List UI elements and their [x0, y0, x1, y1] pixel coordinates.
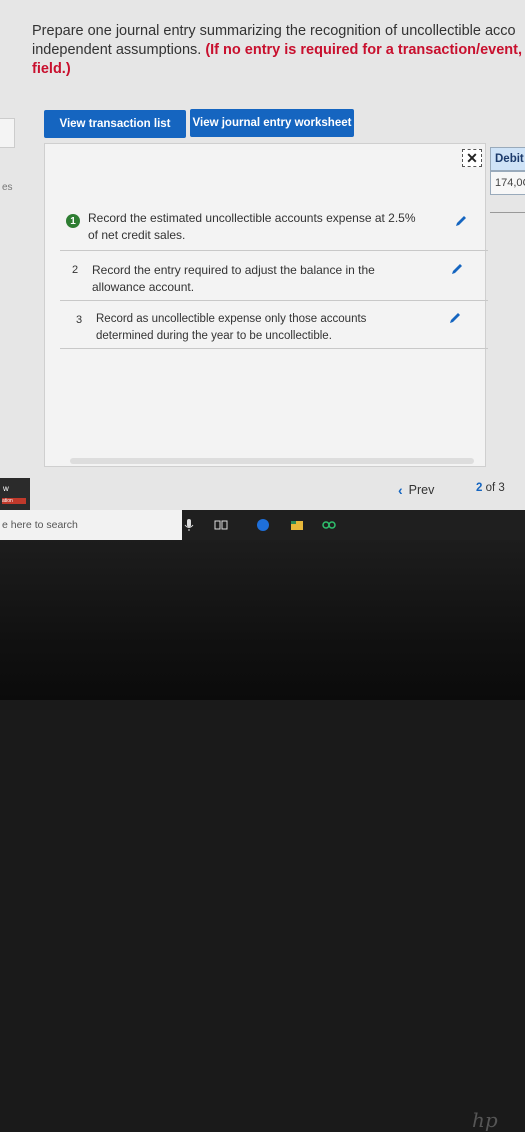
- chevron-left-icon: ‹: [398, 482, 403, 498]
- laptop-bezel: hp: [0, 540, 525, 1132]
- prev-label: Prev: [408, 483, 435, 497]
- taskbar-search-input[interactable]: e here to search: [0, 510, 182, 540]
- left-panel-stub: [0, 118, 15, 148]
- prev-button[interactable]: ‹ Prev: [398, 482, 434, 498]
- app-screen: Prepare one journal entry summarizing th…: [0, 0, 525, 510]
- transaction-number: 3: [76, 314, 83, 326]
- instructions: Prepare one journal entry summarizing th…: [32, 22, 525, 79]
- view-journal-entry-worksheet-button[interactable]: View journal entry worksheet: [190, 109, 354, 137]
- transaction-row[interactable]: 3 Record as uncollectible expense only t…: [60, 300, 488, 349]
- page-current: 2: [476, 482, 483, 494]
- instructions-line2-red: (If no entry is required for a transacti…: [205, 42, 525, 58]
- instructions-line2-normal: independent assumptions.: [32, 42, 206, 58]
- pencil-icon[interactable]: [448, 311, 462, 325]
- side-widget-letter: w: [3, 484, 9, 493]
- transaction-number: 2: [72, 264, 79, 276]
- side-widget-bar: ation: [2, 498, 26, 504]
- instructions-line2: independent assumptions. (If no entry is…: [32, 41, 525, 60]
- page-total: 3: [498, 482, 505, 494]
- transaction-text: Record the entry required to adjust the …: [92, 263, 375, 294]
- transaction-number-completed: 1: [66, 214, 80, 228]
- page-indicator: 2 of 3: [476, 482, 505, 494]
- app-icon[interactable]: [322, 518, 336, 532]
- horizontal-scrollbar[interactable]: [70, 458, 474, 464]
- view-transaction-list-button[interactable]: View transaction list: [44, 110, 186, 138]
- windows-taskbar: e here to search: [0, 510, 525, 540]
- instructions-line3: field.): [32, 61, 71, 77]
- hp-logo: hp: [472, 1108, 498, 1132]
- pencil-icon[interactable]: [450, 262, 464, 276]
- page-of: of: [485, 482, 496, 494]
- transaction-text: Record as uncollectible expense only tho…: [96, 313, 367, 342]
- transaction-row[interactable]: 1 Record the estimated uncollectible acc…: [60, 198, 488, 251]
- file-explorer-icon[interactable]: [290, 518, 304, 532]
- microphone-icon[interactable]: [182, 518, 196, 532]
- divider: [490, 212, 525, 213]
- debit-column-header: Debit: [490, 147, 525, 171]
- task-view-icon[interactable]: [214, 518, 228, 532]
- pencil-icon[interactable]: [454, 214, 468, 228]
- debit-value: 174,0C: [490, 171, 525, 195]
- close-x-icon[interactable]: ✕: [462, 149, 482, 167]
- left-label: es: [2, 182, 13, 193]
- transaction-row[interactable]: 2 Record the entry required to adjust th…: [60, 250, 488, 301]
- transaction-text: Record the estimated uncollectible accou…: [88, 211, 416, 242]
- left-side-widget[interactable]: w ation: [0, 478, 30, 510]
- edge-icon[interactable]: [256, 518, 270, 532]
- instructions-line1: Prepare one journal entry summarizing th…: [32, 23, 516, 39]
